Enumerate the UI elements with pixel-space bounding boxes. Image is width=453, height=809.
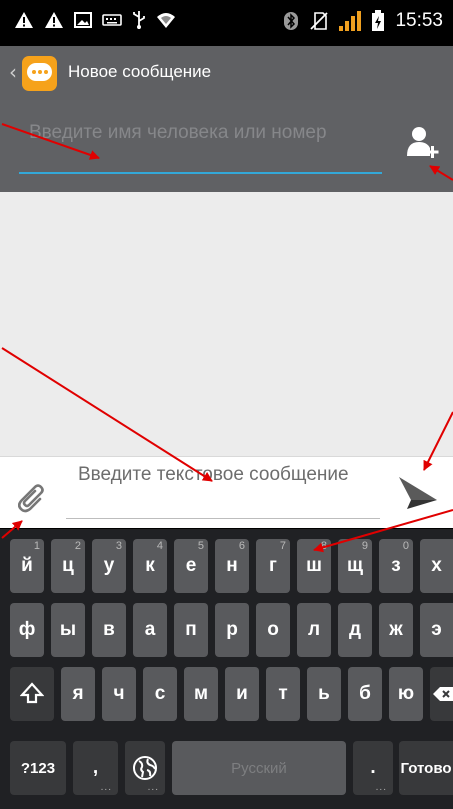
key[interactable]: ы — [51, 603, 85, 657]
back-chevron-icon[interactable]: ‹ — [9, 60, 17, 84]
key[interactable]: и — [225, 667, 259, 721]
key[interactable]: ф — [10, 603, 44, 657]
key[interactable]: к4 — [133, 539, 167, 593]
status-bar: 15:53 — [0, 0, 453, 46]
key[interactable]: й1 — [10, 539, 44, 593]
paperclip-icon[interactable] — [18, 479, 48, 513]
key[interactable]: р — [215, 603, 249, 657]
wifi-icon — [157, 13, 175, 28]
backspace-icon — [433, 687, 453, 701]
bluetooth-icon — [284, 12, 299, 30]
key[interactable]: п — [174, 603, 208, 657]
no-sim-icon — [310, 12, 329, 30]
backspace-key[interactable] — [430, 667, 453, 721]
key[interactable]: о — [256, 603, 290, 657]
key[interactable]: е5 — [174, 539, 208, 593]
key[interactable]: э — [420, 603, 453, 657]
keyboard-icon — [102, 14, 122, 26]
message-thread-area — [0, 192, 453, 456]
key[interactable]: в — [92, 603, 126, 657]
signal-icon — [339, 11, 362, 31]
key[interactable]: м — [184, 667, 218, 721]
messaging-app-icon[interactable] — [22, 56, 57, 91]
page-title: Новое сообщение — [68, 62, 212, 81]
key[interactable]: ц2 — [51, 539, 85, 593]
soft-keyboard: й1 ц2 у3 к4 е5 н6 г7 ш8 щ9 з0 х ф ы в а … — [0, 529, 453, 809]
recipient-bar — [0, 100, 453, 192]
key[interactable]: с — [143, 667, 177, 721]
done-key[interactable]: Готово — [399, 741, 453, 795]
key[interactable]: л — [297, 603, 331, 657]
key[interactable]: ь — [307, 667, 341, 721]
add-contact-icon[interactable] — [405, 124, 441, 160]
action-bar: ‹ Новое сообщение — [0, 46, 453, 100]
compose-bar — [0, 456, 453, 528]
message-input[interactable] — [66, 463, 380, 519]
space-key[interactable]: Русский — [172, 741, 346, 795]
globe-icon — [133, 756, 157, 780]
key[interactable]: щ9 — [338, 539, 372, 593]
send-icon[interactable] — [398, 476, 438, 510]
key[interactable]: н6 — [215, 539, 249, 593]
key[interactable]: х — [420, 539, 453, 593]
recipient-input[interactable] — [19, 120, 382, 174]
shift-icon — [20, 682, 44, 704]
key[interactable]: г7 — [256, 539, 290, 593]
comma-key[interactable]: ,... — [73, 741, 118, 795]
key[interactable]: ю — [389, 667, 423, 721]
key[interactable]: а — [133, 603, 167, 657]
key[interactable]: з0 — [379, 539, 413, 593]
key[interactable]: ч — [102, 667, 136, 721]
image-icon — [74, 12, 92, 28]
shift-key[interactable] — [10, 667, 54, 721]
language-key[interactable]: ... — [125, 741, 165, 795]
symbols-key[interactable]: ?123 — [10, 741, 66, 795]
key[interactable]: у3 — [92, 539, 126, 593]
period-key[interactable]: .... — [353, 741, 393, 795]
usb-icon — [133, 11, 145, 29]
key[interactable]: ж — [379, 603, 413, 657]
notification-icons — [14, 10, 176, 30]
warning-icon — [45, 12, 63, 28]
system-indicators: 15:53 — [283, 10, 443, 32]
warning-icon — [15, 12, 33, 28]
key[interactable]: д — [338, 603, 372, 657]
key[interactable]: ш8 — [297, 539, 331, 593]
key[interactable]: т — [266, 667, 300, 721]
key[interactable]: б — [348, 667, 382, 721]
battery-charging-icon — [372, 10, 385, 31]
clock: 15:53 — [395, 10, 443, 31]
key[interactable]: я — [61, 667, 95, 721]
